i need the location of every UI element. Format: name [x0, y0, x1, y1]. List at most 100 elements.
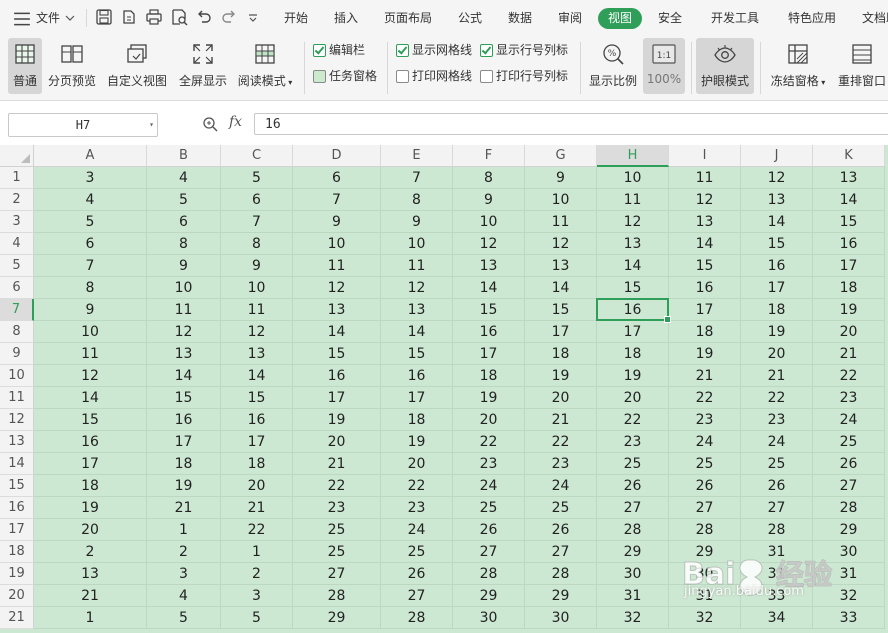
- cell-k11[interactable]: 23: [813, 387, 885, 409]
- cell-d4[interactable]: 10: [293, 233, 381, 255]
- cell-a1[interactable]: 3: [34, 167, 147, 189]
- column-header-c[interactable]: C: [221, 145, 293, 167]
- cell-j8[interactable]: 19: [741, 321, 813, 343]
- cell-j18[interactable]: 31: [741, 541, 813, 563]
- cell-j11[interactable]: 22: [741, 387, 813, 409]
- cell-i18[interactable]: 29: [669, 541, 741, 563]
- reading-mode-button[interactable]: 阅读模式 ▾: [235, 38, 295, 94]
- cell-e6[interactable]: 12: [381, 277, 453, 299]
- row-header-9[interactable]: 9: [0, 343, 34, 365]
- cell-c15[interactable]: 20: [221, 475, 293, 497]
- cell-j7[interactable]: 18: [741, 299, 813, 321]
- cell-e3[interactable]: 9: [381, 211, 453, 233]
- column-header-d[interactable]: D: [293, 145, 381, 167]
- tab-home[interactable]: 开始: [284, 0, 308, 36]
- row-header-15[interactable]: 15: [0, 475, 34, 497]
- column-header-j[interactable]: J: [741, 145, 813, 167]
- cell-d10[interactable]: 16: [293, 365, 381, 387]
- cell-d21[interactable]: 29: [293, 607, 381, 629]
- cell-d8[interactable]: 14: [293, 321, 381, 343]
- cell-h14[interactable]: 25: [597, 453, 669, 475]
- cell-a13[interactable]: 16: [34, 431, 147, 453]
- cell-e18[interactable]: 25: [381, 541, 453, 563]
- cell-c18[interactable]: 1: [221, 541, 293, 563]
- cell-h9[interactable]: 18: [597, 343, 669, 365]
- cell-i10[interactable]: 21: [669, 365, 741, 387]
- cell-h8[interactable]: 17: [597, 321, 669, 343]
- cell-i6[interactable]: 16: [669, 277, 741, 299]
- cell-a17[interactable]: 20: [34, 519, 147, 541]
- cell-i17[interactable]: 28: [669, 519, 741, 541]
- row-header-4[interactable]: 4: [0, 233, 34, 255]
- cell-k12[interactable]: 24: [813, 409, 885, 431]
- cell-c4[interactable]: 8: [221, 233, 293, 255]
- tab-data[interactable]: 数据: [508, 0, 532, 36]
- row-header-12[interactable]: 12: [0, 409, 34, 431]
- spreadsheet-grid[interactable]: A B C D E F G H I J K 1 3 4 5 6 7 8 9 10 11 12 13 2 4 5 6 7 8 9 10 11 12…: [0, 145, 888, 633]
- cell-b8[interactable]: 12: [147, 321, 221, 343]
- cell-g19[interactable]: 28: [525, 563, 597, 585]
- cell-i2[interactable]: 12: [669, 189, 741, 211]
- cell-f17[interactable]: 26: [453, 519, 525, 541]
- cell-f4[interactable]: 12: [453, 233, 525, 255]
- cell-h19[interactable]: 30: [597, 563, 669, 585]
- cell-f7[interactable]: 15: [453, 299, 525, 321]
- cell-k17[interactable]: 29: [813, 519, 885, 541]
- cell-i8[interactable]: 18: [669, 321, 741, 343]
- cell-a19[interactable]: 13: [34, 563, 147, 585]
- chevron-down-icon[interactable]: [64, 12, 76, 24]
- cell-b1[interactable]: 4: [147, 167, 221, 189]
- cell-k20[interactable]: 32: [813, 585, 885, 607]
- row-header-21[interactable]: 21: [0, 607, 34, 629]
- cell-d2[interactable]: 7: [293, 189, 381, 211]
- cell-d1[interactable]: 6: [293, 167, 381, 189]
- cell-f3[interactable]: 10: [453, 211, 525, 233]
- cell-g14[interactable]: 23: [525, 453, 597, 475]
- tab-insert[interactable]: 插入: [334, 0, 358, 36]
- cell-b19[interactable]: 3: [147, 563, 221, 585]
- cell-k4[interactable]: 16: [813, 233, 885, 255]
- row-header-2[interactable]: 2: [0, 189, 34, 211]
- cell-h11[interactable]: 20: [597, 387, 669, 409]
- cell-j2[interactable]: 13: [741, 189, 813, 211]
- formula-input[interactable]: 16: [254, 113, 888, 135]
- cell-g7[interactable]: 15: [525, 299, 597, 321]
- row-header-14[interactable]: 14: [0, 453, 34, 475]
- cell-c17[interactable]: 22: [221, 519, 293, 541]
- cell-j17[interactable]: 28: [741, 519, 813, 541]
- tab-special-apps[interactable]: 特色应用: [788, 0, 836, 36]
- insert-function-button[interactable]: fx: [229, 114, 242, 130]
- cell-f9[interactable]: 17: [453, 343, 525, 365]
- cell-j13[interactable]: 24: [741, 431, 813, 453]
- row-header-10[interactable]: 10: [0, 365, 34, 387]
- column-header-k[interactable]: K: [813, 145, 885, 167]
- cell-d12[interactable]: 19: [293, 409, 381, 431]
- cell-g6[interactable]: 14: [525, 277, 597, 299]
- cell-e17[interactable]: 24: [381, 519, 453, 541]
- cell-e2[interactable]: 8: [381, 189, 453, 211]
- cell-e9[interactable]: 15: [381, 343, 453, 365]
- column-header-i[interactable]: I: [669, 145, 741, 167]
- row-header-7[interactable]: 7: [0, 299, 34, 321]
- tab-doc-assistant[interactable]: 文档助: [862, 0, 888, 36]
- cell-k8[interactable]: 20: [813, 321, 885, 343]
- cell-i19[interactable]: 30: [669, 563, 741, 585]
- cell-b4[interactable]: 8: [147, 233, 221, 255]
- cell-f5[interactable]: 13: [453, 255, 525, 277]
- full-screen-button[interactable]: 全屏显示: [176, 38, 230, 94]
- cell-e5[interactable]: 11: [381, 255, 453, 277]
- cell-d19[interactable]: 27: [293, 563, 381, 585]
- cell-b5[interactable]: 9: [147, 255, 221, 277]
- cell-a11[interactable]: 14: [34, 387, 147, 409]
- cell-i14[interactable]: 25: [669, 453, 741, 475]
- cell-g8[interactable]: 17: [525, 321, 597, 343]
- cell-e16[interactable]: 23: [381, 497, 453, 519]
- cell-d18[interactable]: 25: [293, 541, 381, 563]
- cell-b7[interactable]: 11: [147, 299, 221, 321]
- cell-k1[interactable]: 13: [813, 167, 885, 189]
- cell-b15[interactable]: 19: [147, 475, 221, 497]
- tab-page-layout[interactable]: 页面布局: [384, 0, 432, 36]
- row-header-13[interactable]: 13: [0, 431, 34, 453]
- cell-h17[interactable]: 28: [597, 519, 669, 541]
- cell-c3[interactable]: 7: [221, 211, 293, 233]
